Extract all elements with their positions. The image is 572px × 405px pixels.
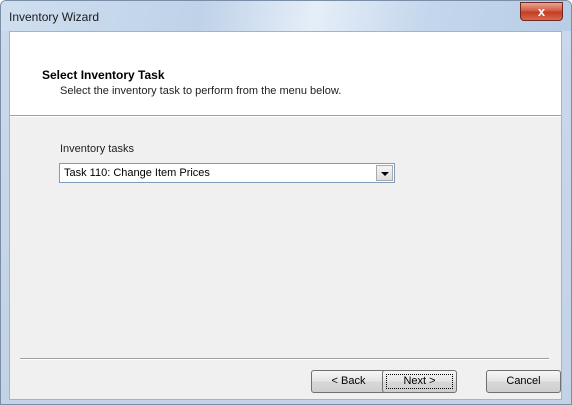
chevron-down-icon [381,172,389,176]
close-icon: x [537,4,546,19]
wizard-header: Select Inventory Task Select the invento… [10,32,561,115]
next-button[interactable]: Next > [382,370,457,393]
next-button-label: Next > [403,375,436,387]
close-button[interactable]: x [520,2,563,21]
back-button[interactable]: < Back [311,370,386,393]
window-title: Inventory Wizard [9,10,100,24]
inventory-task-select[interactable]: Task 110: Change Item Prices [59,163,395,183]
inventory-tasks-label: Inventory tasks [60,143,134,155]
selected-task: Task 110: Change Item Prices [64,167,210,179]
back-button-label: < Back [331,375,366,387]
header-divider-highlight [10,116,561,117]
cancel-button[interactable]: Cancel [486,370,561,393]
wizard-window: Inventory Wizard x Select Inventory Task… [0,0,572,405]
title-bar[interactable]: Inventory Wizard x [1,1,571,31]
page-subtitle: Select the inventory task to perform fro… [60,85,342,97]
dropdown-button[interactable] [376,165,393,181]
cancel-button-label: Cancel [506,375,541,387]
footer-divider-highlight [20,359,549,360]
wizard-body: Select Inventory Task Select the invento… [9,31,562,400]
page-title: Select Inventory Task [42,68,165,82]
